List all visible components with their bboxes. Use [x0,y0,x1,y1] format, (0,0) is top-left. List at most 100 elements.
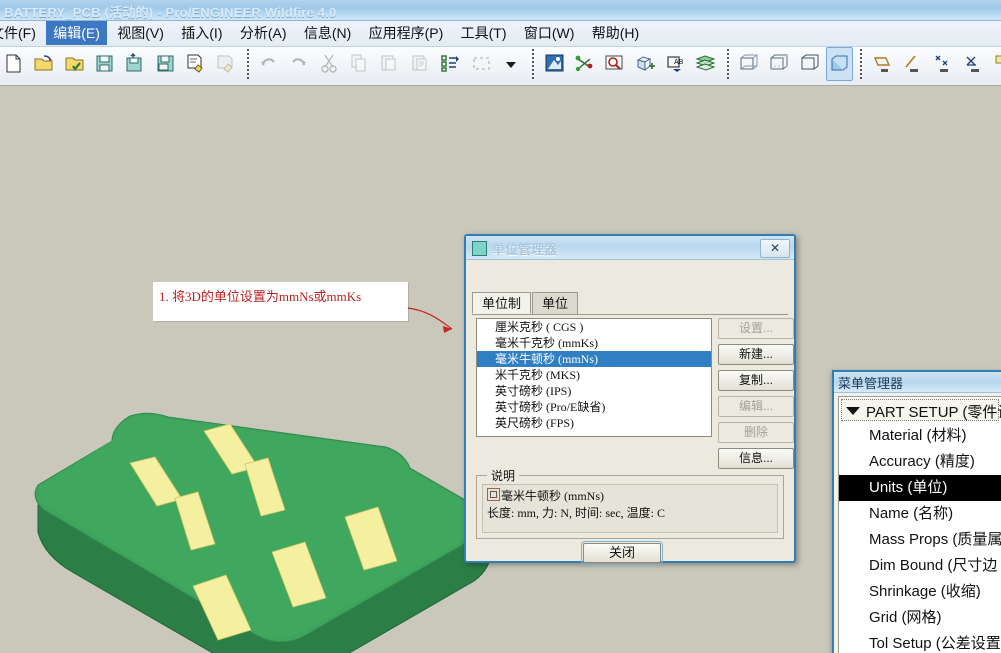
list-item[interactable]: 米千克秒 (MKS) [477,367,711,383]
save-backup-icon[interactable] [152,47,179,81]
delete-button[interactable]: 删除 [718,422,794,443]
shading-icon[interactable] [825,47,853,81]
datum-csys-display-icon[interactable] [960,47,987,81]
menu-manager-item-name[interactable]: Name (名称) [839,501,1001,527]
menu-manager-panel[interactable]: 菜单管理器 PART SETUP (零件设 Material (材料) Accu… [832,370,1001,653]
print-icon[interactable] [182,47,209,81]
menu-manager-item-material[interactable]: Material (材料) [839,423,1001,449]
tab-unit-system[interactable]: 单位制 [472,292,532,314]
repaint-icon[interactable] [541,47,568,81]
description-box: 毫米牛顿秒 (mmNs) 长度: mm, 力: N, 时间: sec, 温度: … [482,484,778,533]
menu-bar: 文件(F) 编辑(E) 视图(V) 插入(I) 分析(A) 信息(N) 应用程序… [0,21,1001,47]
spin-center-icon[interactable] [632,47,659,81]
no-hidden-icon[interactable] [796,47,823,81]
menu-manager-item-mass-props[interactable]: Mass Props (质量属 [839,527,1001,553]
paste-icon [376,47,403,81]
menu-item-file[interactable]: 文件(F) [0,21,43,45]
close-button[interactable]: 关闭 [581,541,663,565]
zoom-in-icon[interactable] [601,47,628,81]
menu-item-tools[interactable]: 工具(T) [454,21,514,45]
menu-manager-item-tol-setup[interactable]: Tol Setup (公差设置 [839,631,1001,653]
list-item[interactable]: 厘米克秒 ( CGS ) [477,319,711,335]
dialog-title-text: 单位管理器 [492,242,558,257]
menu-manager-title-text: 菜单管理器 [838,376,904,391]
units-window-icon [472,241,487,256]
list-item[interactable]: 英寸磅秒 (Pro/E缺省) [477,399,711,415]
set-working-directory-icon[interactable] [61,47,88,81]
close-icon[interactable]: ✕ [760,239,790,258]
save-a-copy-icon[interactable] [121,47,148,81]
window-title-text: BATTERY_PCB (活动的) - Pro/ENGINEER Wildfir… [4,5,337,20]
new-file-icon[interactable] [0,47,27,81]
datum-point-icon[interactable] [571,47,598,81]
svg-text:AB: AB [674,59,684,66]
datum-point-display-icon[interactable] [929,47,956,81]
menu-manager-header[interactable]: PART SETUP (零件设 [841,399,1001,421]
cut-icon [316,47,343,81]
menu-item-edit[interactable]: 编辑(E) [46,21,107,45]
menu-item-view[interactable]: 视图(V) [110,21,171,45]
menu-manager-header-text: PART SETUP (零件设 [866,404,1001,421]
selection-box-icon [468,47,495,81]
datum-plane-display-icon[interactable] [869,47,896,81]
menu-item-info[interactable]: 信息(N) [297,21,358,45]
info-button[interactable]: 信息... [718,448,794,469]
chevron-down-icon [846,407,860,415]
menu-manager-body: PART SETUP (零件设 Material (材料) Accuracy (… [838,396,1001,653]
list-item[interactable]: 英尺磅秒 (FPS) [477,415,711,431]
datum-axis-display-icon[interactable] [899,47,926,81]
menu-manager-list: Material (材料) Accuracy (精度) Units (单位) N… [839,423,1001,653]
description-line-2: 长度: mm, 力: N, 时间: sec, 温度: C [487,506,665,520]
annotation-note-text: 1. 将3D的单位设置为mmNs或mmKs [159,289,362,304]
list-item[interactable]: 英寸磅秒 (IPS) [477,383,711,399]
toolbar-separator [723,47,732,81]
menu-manager-title-bar: 菜单管理器 [834,372,1001,393]
window-title-bar: BATTERY_PCB (活动的) - Pro/ENGINEER Wildfir… [0,0,1001,21]
description-line-1-text: 毫米牛顿秒 (mmNs) [501,489,604,503]
copy-button[interactable]: 复制... [718,370,794,391]
toolbar-separator [243,47,252,81]
menu-manager-item-dim-bound[interactable]: Dim Bound (尺寸边 [839,553,1001,579]
layers-icon[interactable] [692,47,719,81]
menu-item-insert[interactable]: 插入(I) [174,21,229,45]
description-group: 说明 毫米牛顿秒 (mmNs) 长度: mm, 力: N, 时间: sec, 温… [476,467,784,539]
annotation-note: 1. 将3D的单位设置为mmNs或mmKs [153,282,408,321]
description-legend: 说明 [487,467,520,484]
main-toolbar: AB 镜像零件 [0,47,1001,86]
wireframe-icon[interactable] [735,47,762,81]
menu-item-help[interactable]: 帮助(H) [585,21,646,45]
tab-units[interactable]: 单位 [532,292,579,314]
menu-item-analysis[interactable]: 分析(A) [233,21,294,45]
hidden-line-icon[interactable] [765,47,792,81]
unit-system-icon [487,488,500,501]
erase-icon [212,47,239,81]
save-icon[interactable] [91,47,118,81]
redo-icon [285,47,312,81]
units-manager-dialog[interactable]: 单位管理器 ✕ 单位制 单位 厘米克秒 ( CGS ) 毫米千克秒 (mmKs)… [464,234,796,565]
menu-item-applications[interactable]: 应用程序(P) [362,21,451,45]
annotation-icon[interactable]: AB [662,47,689,81]
paste-special-icon [407,47,434,81]
copy-icon [346,47,373,81]
annotation-display-icon[interactable] [990,47,1001,81]
menu-manager-item-shrinkage[interactable]: Shrinkage (收缩) [839,579,1001,605]
description-line-1: 毫米牛顿秒 (mmNs) [487,487,604,504]
graphics-window[interactable]: 1. 将3D的单位设置为mmNs或mmKs 单位管理器 ✕ 单位制 单位 厘米克… [0,86,1001,653]
list-item[interactable]: 毫米牛顿秒 (mmNs) [477,351,711,367]
open-file-icon[interactable] [30,47,57,81]
toolbar-separator [528,47,537,81]
dialog-body: 单位制 单位 厘米克秒 ( CGS ) 毫米千克秒 (mmKs) 毫米牛顿秒 (… [470,262,794,565]
set-button[interactable]: 设置... [718,318,794,339]
edit-button[interactable]: 编辑... [718,396,794,417]
chevron-down-icon[interactable] [498,47,525,81]
dialog-title-bar: 单位管理器 ✕ [466,236,794,260]
unit-system-list[interactable]: 厘米克秒 ( CGS ) 毫米千克秒 (mmKs) 毫米牛顿秒 (mmNs) 米… [476,318,712,437]
regenerate-icon[interactable] [437,47,464,81]
menu-manager-item-grid[interactable]: Grid (网格) [839,605,1001,631]
dialog-tabstrip: 单位制 单位 [472,292,788,315]
new-button[interactable]: 新建... [718,344,794,365]
list-item[interactable]: 毫米千克秒 (mmKs) [477,335,711,351]
menu-item-window[interactable]: 窗口(W) [517,21,582,45]
menu-manager-item-accuracy[interactable]: Accuracy (精度) [839,449,1001,475]
menu-manager-item-units[interactable]: Units (单位) [839,475,1001,501]
